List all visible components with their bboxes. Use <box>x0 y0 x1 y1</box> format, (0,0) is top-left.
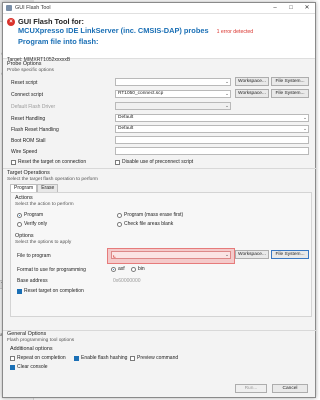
reset-handling-label: Reset Handling <box>11 116 46 122</box>
app-icon <box>6 5 12 11</box>
connect-script-workspace-button[interactable]: Workspace... <box>235 89 269 98</box>
title-bar: GUI Flash Tool – □ ✕ <box>3 3 315 14</box>
error-marker-icon: ⌞ <box>113 253 116 259</box>
format-axf-radio[interactable]: axf <box>111 266 125 272</box>
wire-speed-input[interactable] <box>115 147 309 155</box>
boot-rom-stall-label: Boot ROM Stall <box>11 138 46 144</box>
options-subtitle: Select the options to apply <box>15 240 72 245</box>
preview-command-checkbox[interactable]: Preview command <box>130 355 178 361</box>
file-to-program-label: File to program <box>17 253 51 259</box>
reset-script-label: Reset script <box>11 80 38 86</box>
program-mass-erase-radio[interactable]: Program (mass erase first) <box>117 212 183 218</box>
format-bin-radio[interactable]: bin <box>131 266 145 272</box>
group-title: General Options <box>7 331 47 337</box>
header-probe: MCUXpresso IDE LinkServer (inc. CMSIS-DA… <box>18 26 209 35</box>
clear-console-checkbox[interactable]: Clear console <box>10 364 48 370</box>
repeat-on-completion-checkbox[interactable]: Repeat on completion <box>10 355 66 361</box>
chevron-down-icon: ⌄ <box>225 79 229 84</box>
format-label: Format to use for programming <box>17 267 86 273</box>
options-title: Options <box>15 233 34 239</box>
connect-script-label: Connect script <box>11 92 43 98</box>
disable-preconnect-checkbox[interactable]: Disable use of preconnect script <box>115 159 193 165</box>
file-filesystem-button[interactable]: File System... <box>271 250 309 259</box>
additional-options-title: Additional options <box>10 346 53 352</box>
connect-script-filesystem-button[interactable]: File System... <box>271 89 309 98</box>
flash-reset-handling-label: Flash Reset Handling <box>11 127 59 133</box>
flash-reset-handling-select[interactable]: Default ⌄ <box>115 125 309 133</box>
group-subtitle: Flash programming tool options <box>7 338 75 343</box>
close-icon[interactable]: ✕ <box>299 3 315 13</box>
base-address-label: Base address <box>17 278 48 284</box>
header-action: Program file into flash: <box>18 37 99 46</box>
divider <box>3 168 317 169</box>
dialog-header: × GUI Flash Tool for: MCUXpresso IDE Lin… <box>3 14 315 63</box>
reset-script-select[interactable]: ⌄ <box>115 78 231 86</box>
group-title: Target Operations <box>7 170 50 176</box>
group-subtitle: Probe specific options <box>7 68 54 73</box>
chevron-down-icon: ⌄ <box>225 91 229 96</box>
check-blank-radio[interactable]: Check file areas blank <box>117 221 173 227</box>
error-count: 1 error detected <box>216 29 254 35</box>
gui-flash-tool-dialog: GUI Flash Tool – □ ✕ × GUI Flash Tool fo… <box>2 2 317 398</box>
file-to-program-select[interactable]: ⌄ <box>111 251 231 259</box>
tab-erase[interactable]: Erase <box>37 184 59 192</box>
reset-target-checkbox[interactable]: Reset the target on connection <box>11 159 86 165</box>
reset-handling-select[interactable]: Default ⌄ <box>115 114 309 122</box>
program-radio[interactable]: Program <box>17 212 43 218</box>
error-icon: × <box>7 17 15 26</box>
base-address-value: 0x60000000 <box>113 278 141 284</box>
chevron-down-icon: ⌄ <box>303 126 307 131</box>
chevron-down-icon: ⌄ <box>225 103 229 108</box>
default-flash-driver-label: Default Flash Driver <box>11 104 56 110</box>
actions-subtitle: Select the action to perform <box>15 202 74 207</box>
reset-on-completion-checkbox[interactable]: Reset target on completion <box>17 288 84 294</box>
group-subtitle: Select the target flash operation to per… <box>7 177 98 182</box>
connect-script-select[interactable]: RT1050_connect.scp ⌄ <box>115 90 231 98</box>
general-options-group: General Options Flash programming tool o… <box>7 331 312 379</box>
window-title: GUI Flash Tool <box>15 5 51 11</box>
run-button[interactable]: Run... <box>235 384 267 393</box>
verify-only-radio[interactable]: Verify only <box>17 221 47 227</box>
reset-script-workspace-button[interactable]: Workspace... <box>235 77 269 86</box>
default-flash-driver-select: ⌄ <box>115 102 231 110</box>
file-workspace-button[interactable]: Workspace... <box>235 250 269 259</box>
chevron-down-icon: ⌄ <box>225 252 229 257</box>
cancel-button[interactable]: Cancel <box>272 384 308 393</box>
chevron-down-icon: ⌄ <box>303 115 307 120</box>
minimize-icon[interactable]: – <box>267 3 283 13</box>
group-title: Probe Options <box>7 61 42 67</box>
maximize-icon[interactable]: □ <box>283 3 299 13</box>
reset-script-filesystem-button[interactable]: File System... <box>271 77 309 86</box>
wire-speed-label: Wire Speed <box>11 149 38 155</box>
probe-options-group: Probe Options Probe specific options Res… <box>7 61 312 167</box>
header-title: GUI Flash Tool for: <box>18 17 84 26</box>
actions-title: Actions <box>15 195 33 201</box>
boot-rom-stall-input[interactable] <box>115 136 309 144</box>
tab-program[interactable]: Program <box>10 184 38 192</box>
enable-flash-hashing-checkbox[interactable]: Enable flash hashing <box>74 355 127 361</box>
